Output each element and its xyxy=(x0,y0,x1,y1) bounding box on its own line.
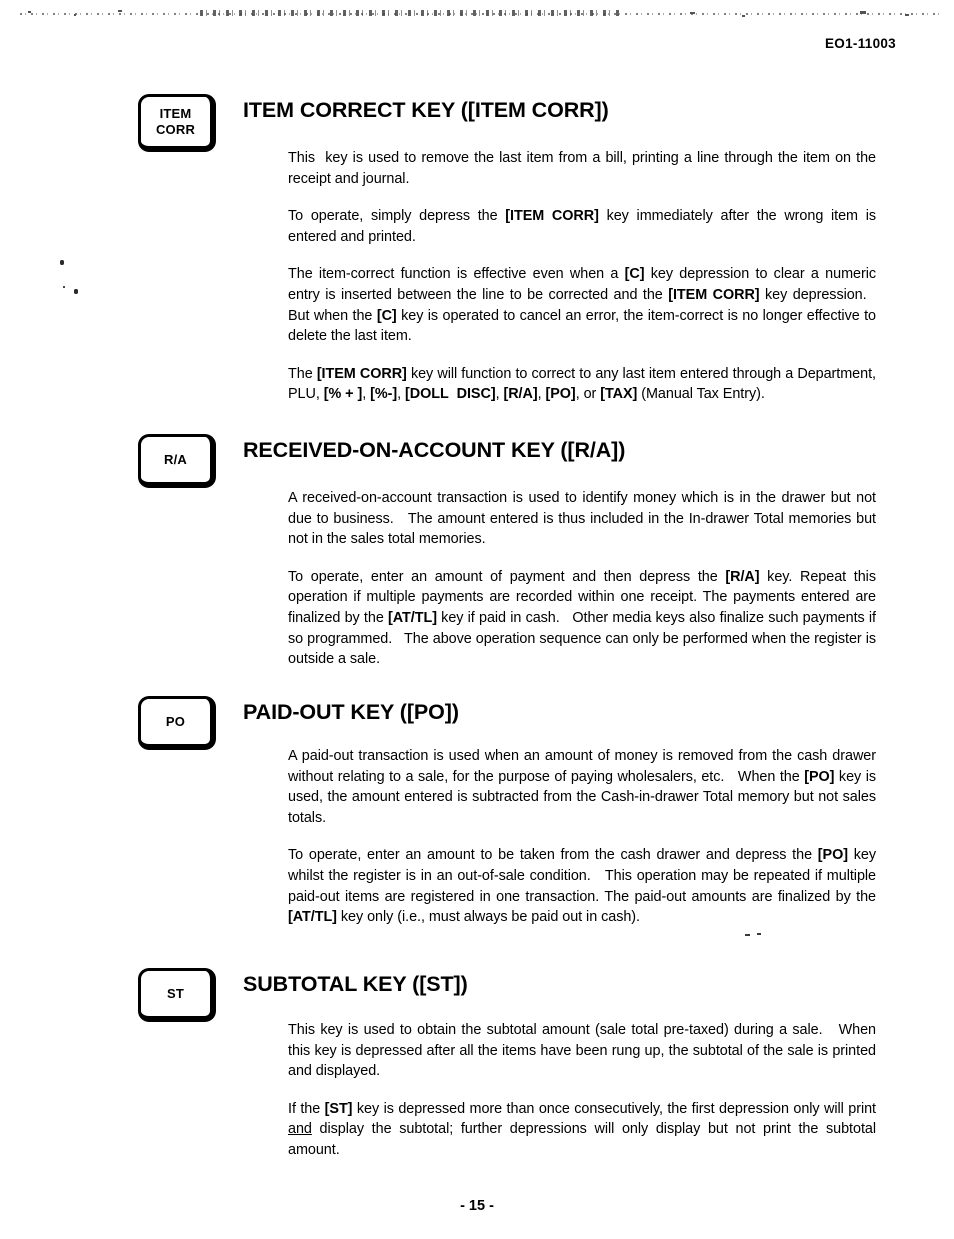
keycap-item-corr: ITEM CORR xyxy=(138,94,216,152)
scan-stray-mark xyxy=(745,934,750,936)
paragraph: A received-on-account transaction is use… xyxy=(288,490,876,548)
section-heading: PAID-OUT KEY ([PO]) xyxy=(243,700,459,724)
section-heading: ITEM CORRECT KEY ([ITEM CORR]) xyxy=(243,98,609,122)
section-body: A paid-out transaction is used when an a… xyxy=(288,746,876,928)
section-heading: SUBTOTAL KEY ([ST]) xyxy=(243,972,468,996)
keycap-line: R/A xyxy=(164,451,187,467)
paragraph: If the [ST] key is depressed more than o… xyxy=(288,1100,876,1158)
scan-noise-artifact xyxy=(0,6,954,24)
keycap-line: PO xyxy=(165,713,186,729)
paragraph: This key is used to remove the last item… xyxy=(288,150,876,187)
scan-dust-speck xyxy=(60,260,64,265)
keycap-po: PO xyxy=(138,696,216,750)
paragraph: To operate, enter an amount of payment a… xyxy=(288,568,876,668)
section-body: This key is used to obtain the subtotal … xyxy=(288,1020,876,1161)
paragraph: This key is used to obtain the subtotal … xyxy=(288,1022,876,1080)
scan-noise-dense-line xyxy=(200,10,620,16)
paragraph: A paid-out transaction is used when an a… xyxy=(288,748,876,826)
section-heading: RECEIVED-ON-ACCOUNT KEY ([R/A]) xyxy=(243,438,626,462)
paragraph: To operate, simply depress the [ITEM COR… xyxy=(288,208,877,245)
keycap-line: CORR xyxy=(155,121,196,137)
paragraph: The [ITEM CORR] key will function to cor… xyxy=(288,365,876,403)
section-body: This key is used to remove the last item… xyxy=(288,148,876,405)
keycap-st: ST xyxy=(138,968,216,1022)
paragraph: To operate, enter an amount to be taken … xyxy=(288,847,876,926)
section-body: A received-on-account transaction is use… xyxy=(288,488,876,670)
document-code: EO1-11003 xyxy=(824,36,896,51)
scan-dust-speck xyxy=(74,289,78,294)
page-number: - 15 - xyxy=(460,1198,494,1214)
keycap-line: ST xyxy=(166,985,184,1001)
keycap-ra: R/A xyxy=(138,434,216,488)
scan-dust-speck xyxy=(63,286,65,288)
scan-stray-mark xyxy=(757,933,761,935)
paragraph: The item-correct function is effective e… xyxy=(288,266,877,345)
keycap-line: ITEM xyxy=(159,106,192,122)
